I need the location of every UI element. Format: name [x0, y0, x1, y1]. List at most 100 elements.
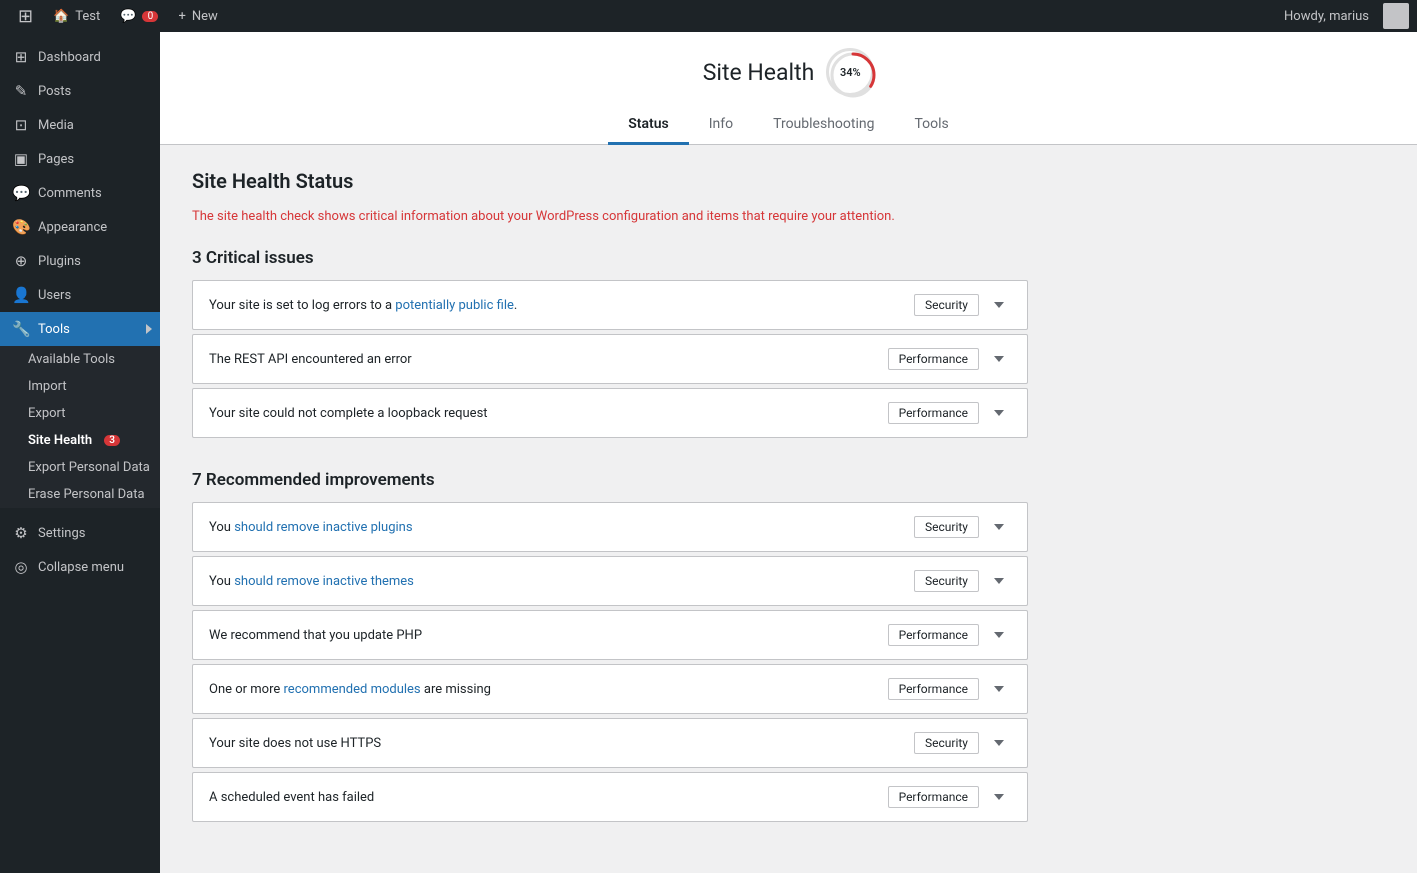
- tools-icon: 🔧: [12, 320, 30, 338]
- section-title: Site Health Status: [192, 169, 1028, 193]
- sidebar-item-media[interactable]: ⊡ Media: [0, 108, 160, 142]
- recommended-issue-text-3: One or more recommended modules are miss…: [209, 682, 888, 697]
- sidebar-item-tools[interactable]: 🔧 Tools: [0, 312, 160, 346]
- sidebar-label-pages: Pages: [38, 152, 74, 167]
- recommended-issue-4: Your site does not use HTTPS Security: [192, 718, 1028, 768]
- rec-issue-right-3: Performance: [888, 677, 1011, 701]
- rec-issue-expand-4[interactable]: [987, 731, 1011, 755]
- sidebar-item-comments[interactable]: 💬 Comments: [0, 176, 160, 210]
- howdy-text: Howdy, marius: [1274, 9, 1379, 24]
- admin-bar-left: ⊞ 🏠 Test 💬 0 + New: [8, 0, 1274, 32]
- recommended-issue-text-1: You should remove inactive themes: [209, 574, 914, 589]
- critical-issue-2: Your site could not complete a loopback …: [192, 388, 1028, 438]
- tabs: Status Info Troubleshooting Tools: [608, 108, 968, 144]
- rec-issue-right-4: Security: [914, 731, 1011, 755]
- tab-troubleshooting[interactable]: Troubleshooting: [753, 108, 894, 145]
- sidebar-label-appearance: Appearance: [38, 220, 107, 235]
- rec-issue-expand-1[interactable]: [987, 569, 1011, 593]
- critical-issue-0: Your site is set to log errors to a pote…: [192, 280, 1028, 330]
- comment-icon: 💬: [120, 9, 136, 24]
- collapse-label: Collapse menu: [38, 560, 124, 575]
- user-avatar[interactable]: [1383, 3, 1409, 29]
- admin-bar-right: Howdy, marius: [1274, 3, 1409, 29]
- rec-issue-expand-2[interactable]: [987, 623, 1011, 647]
- rec-issue-tag-4: Security: [914, 732, 979, 754]
- sidebar-label-settings: Settings: [38, 526, 85, 541]
- users-icon: 👤: [12, 286, 30, 304]
- sidebar-item-plugins[interactable]: ⊕ Plugins: [0, 244, 160, 278]
- sidebar-item-settings[interactable]: ⚙ Settings: [0, 516, 160, 550]
- comments-icon: 💬: [12, 184, 30, 202]
- issue-tag-0: Security: [914, 294, 979, 316]
- rec-issue-expand-5[interactable]: [987, 785, 1011, 809]
- sidebar: ⊞ Dashboard ✎ Posts ⊡ Media ▣ Pages 💬 Co…: [0, 32, 160, 873]
- dashboard-icon: ⊞: [12, 48, 30, 66]
- sidebar-item-available-tools[interactable]: Available Tools: [0, 346, 160, 373]
- content-inner: Site Health Status The site health check…: [160, 145, 1060, 873]
- main-layout: ⊞ Dashboard ✎ Posts ⊡ Media ▣ Pages 💬 Co…: [0, 32, 1417, 873]
- site-name-button[interactable]: 🏠 Test: [43, 0, 110, 32]
- issue-expand-0[interactable]: [987, 293, 1011, 317]
- sidebar-item-export[interactable]: Export: [0, 400, 160, 427]
- recommended-issues-section: 7 Recommended improvements You should re…: [192, 470, 1028, 822]
- sidebar-item-posts[interactable]: ✎ Posts: [0, 74, 160, 108]
- recommended-issue-5: A scheduled event has failed Performance: [192, 772, 1028, 822]
- sidebar-item-import[interactable]: Import: [0, 373, 160, 400]
- pages-icon: ▣: [12, 150, 30, 168]
- site-name-label: Test: [75, 9, 100, 24]
- sidebar-menu: ⊞ Dashboard ✎ Posts ⊡ Media ▣ Pages 💬 Co…: [0, 40, 160, 346]
- recommended-issue-0: You should remove inactive plugins Secur…: [192, 502, 1028, 552]
- rec-issue-expand-0[interactable]: [987, 515, 1011, 539]
- sidebar-item-pages[interactable]: ▣ Pages: [0, 142, 160, 176]
- sidebar-item-users[interactable]: 👤 Users: [0, 278, 160, 312]
- critical-issues-title: 3 Critical issues: [192, 248, 1028, 268]
- rec-issue-expand-3[interactable]: [987, 677, 1011, 701]
- collapse-menu-button[interactable]: ◎ Collapse menu: [0, 550, 160, 584]
- issue-right-0: Security: [914, 293, 1011, 317]
- rec-issue-right-0: Security: [914, 515, 1011, 539]
- wp-logo-button[interactable]: ⊞: [8, 0, 43, 32]
- sidebar-item-site-health[interactable]: Site Health 3: [0, 427, 160, 454]
- sidebar-label-comments: Comments: [38, 186, 102, 201]
- new-label: New: [192, 9, 218, 24]
- critical-issue-text-1: The REST API encountered an error: [209, 352, 888, 367]
- comments-button[interactable]: 💬 0: [110, 0, 168, 32]
- sidebar-item-appearance[interactable]: 🎨 Appearance: [0, 210, 160, 244]
- issue-expand-1[interactable]: [987, 347, 1011, 371]
- recommended-issue-1: You should remove inactive themes Securi…: [192, 556, 1028, 606]
- rec-issue-tag-3: Performance: [888, 678, 979, 700]
- content-area: Site Health 34% Status Info Troubleshoot…: [160, 32, 1417, 873]
- recommended-issues-title: 7 Recommended improvements: [192, 470, 1028, 490]
- settings-icon: ⚙: [12, 524, 30, 542]
- recommended-issue-text-5: A scheduled event has failed: [209, 790, 888, 805]
- issue-expand-2[interactable]: [987, 401, 1011, 425]
- tab-status[interactable]: Status: [608, 108, 688, 145]
- comments-count: 0: [142, 11, 158, 22]
- sidebar-item-erase-personal-data[interactable]: Erase Personal Data: [0, 481, 160, 508]
- admin-bar: ⊞ 🏠 Test 💬 0 + New Howdy, marius: [0, 0, 1417, 32]
- section-description: The site health check shows critical inf…: [192, 209, 1028, 224]
- site-health-badge: 3: [104, 435, 120, 446]
- rec-issue-tag-5: Performance: [888, 786, 979, 808]
- issue-tag-1: Performance: [888, 348, 979, 370]
- health-circle: 34%: [826, 48, 874, 96]
- tab-info[interactable]: Info: [689, 108, 753, 145]
- plugins-icon: ⊕: [12, 252, 30, 270]
- sidebar-item-export-personal-data[interactable]: Export Personal Data: [0, 454, 160, 481]
- rec-issue-tag-0: Security: [914, 516, 979, 538]
- tools-arrow-icon: [146, 324, 152, 334]
- issue-right-2: Performance: [888, 401, 1011, 425]
- tab-tools[interactable]: Tools: [894, 108, 968, 145]
- sidebar-label-users: Users: [38, 288, 71, 303]
- new-content-button[interactable]: + New: [168, 0, 227, 32]
- sidebar-label-plugins: Plugins: [38, 254, 81, 269]
- sidebar-bottom: ⚙ Settings ◎ Collapse menu: [0, 516, 160, 584]
- sidebar-item-dashboard[interactable]: ⊞ Dashboard: [0, 40, 160, 74]
- critical-issue-text-0: Your site is set to log errors to a pote…: [209, 298, 914, 313]
- recommended-issue-3: One or more recommended modules are miss…: [192, 664, 1028, 714]
- health-percent: 34%: [840, 66, 861, 79]
- sidebar-label-media: Media: [38, 118, 74, 133]
- recommended-issue-2: We recommend that you update PHP Perform…: [192, 610, 1028, 660]
- sidebar-label-posts: Posts: [38, 84, 71, 99]
- issue-right-1: Performance: [888, 347, 1011, 371]
